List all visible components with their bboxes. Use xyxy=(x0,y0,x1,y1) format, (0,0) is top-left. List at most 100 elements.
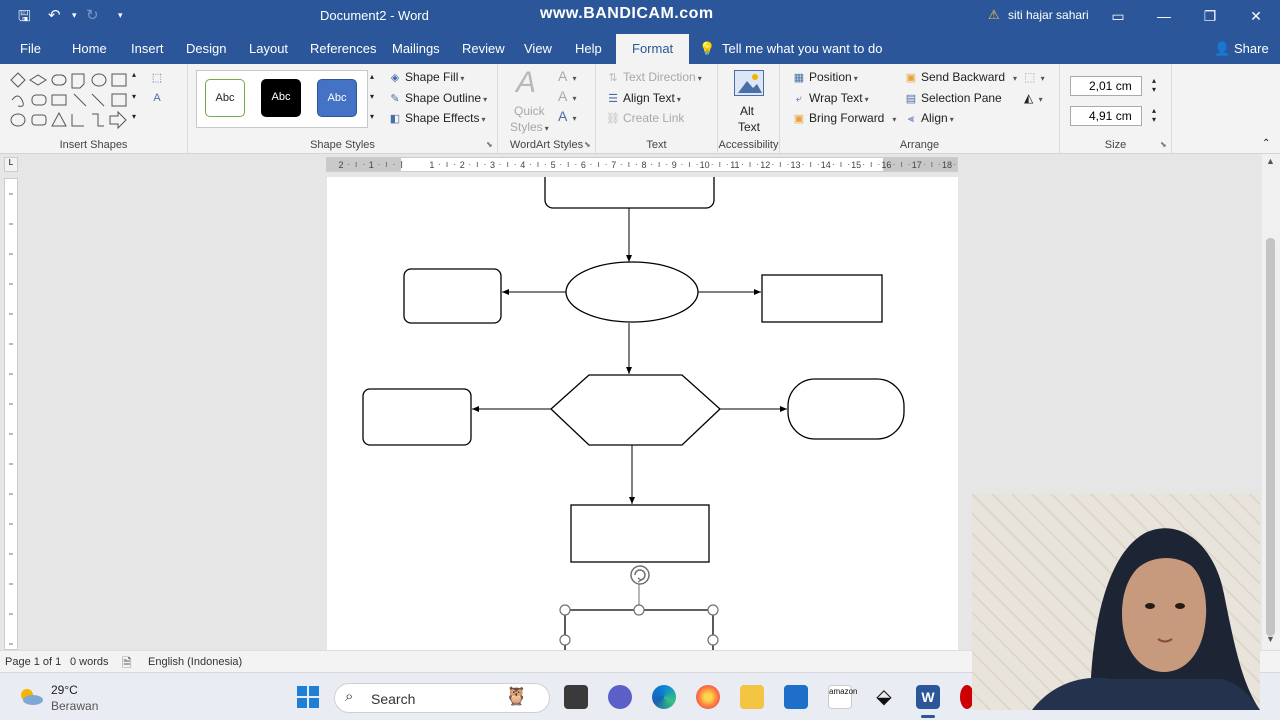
language-indicator[interactable]: English (Indonesia) xyxy=(148,656,242,668)
horizontal-ruler[interactable]: 2 1 1 2 3 4 5 6 7 8 9 10 11 12 13 14 15 16 17 18 xyxy=(326,157,958,172)
flowchart-left-rounded-box-1[interactable] xyxy=(403,268,502,324)
tab-format[interactable]: Format xyxy=(616,34,690,64)
customize-toolbar-icon[interactable]: ▾ xyxy=(118,10,123,21)
tab-mailings[interactable]: Mailings xyxy=(392,41,440,56)
flowchart-right-rect-1[interactable] xyxy=(761,274,883,323)
mail-icon[interactable] xyxy=(784,685,808,709)
create-link-button[interactable]: ⛓ Create Link xyxy=(606,111,684,125)
tab-home[interactable]: Home xyxy=(72,41,107,56)
selected-bracket-shape[interactable] xyxy=(559,583,719,650)
align-button[interactable]: ⫷ Align ▾ xyxy=(904,111,954,126)
send-backward-button[interactable]: ▣ Send Backward ▾ xyxy=(904,70,1017,84)
width-spinner-icon[interactable]: ▴ ▾ xyxy=(1152,106,1156,124)
minimize-button[interactable]: — xyxy=(1144,4,1184,28)
flowchart-left-rounded-box-2[interactable] xyxy=(362,388,472,446)
edge-browser-icon[interactable] xyxy=(652,685,676,709)
group-objects-icon[interactable]: ⬚ ▾ xyxy=(1024,70,1045,84)
ruler-label: 4 xyxy=(520,160,525,170)
page-count[interactable]: Page 1 of 1 xyxy=(5,656,61,668)
style-swatch-black[interactable]: Abc xyxy=(261,79,301,117)
start-windows-icon[interactable] xyxy=(296,685,320,709)
shape-outline-button[interactable]: ✎ Shape Outline ▾ xyxy=(388,91,487,105)
flowchart-hexagon[interactable] xyxy=(550,374,721,446)
arrange-group: ▦ Position ▾ ⤶ Wrap Text ▾ ▣ Bring Forward ▾ ▣… xyxy=(780,64,1060,154)
tab-view[interactable]: View xyxy=(524,41,552,56)
share-button[interactable]: Share xyxy=(1234,41,1269,56)
text-fill-icon[interactable]: A ▾ xyxy=(558,68,576,84)
tab-help[interactable]: Help xyxy=(575,41,602,56)
styles-up-icon[interactable]: ▴ xyxy=(370,72,374,81)
restore-button[interactable]: ❐ xyxy=(1190,4,1230,28)
flowchart-right-pill[interactable] xyxy=(787,378,905,440)
undo-dropdown-icon[interactable]: ▾ xyxy=(72,10,77,21)
text-effects-icon[interactable]: A ▾ xyxy=(558,108,576,124)
tab-layout[interactable]: Layout xyxy=(249,41,288,56)
flowchart-ellipse[interactable] xyxy=(565,261,699,323)
word-count[interactable]: 0 words xyxy=(70,656,109,668)
scroll-up-icon[interactable]: ▲ xyxy=(1266,156,1275,166)
text-box-icon[interactable]: A xyxy=(150,90,167,104)
document-page[interactable] xyxy=(327,177,958,650)
teams-chat-icon[interactable] xyxy=(608,685,632,709)
collapse-ribbon-icon[interactable]: ⌃ xyxy=(1262,138,1270,149)
redo-icon[interactable]: ↻ xyxy=(86,6,99,24)
rotate-icon[interactable]: ◭ ▾ xyxy=(1024,91,1043,105)
weather-description[interactable]: Berawan xyxy=(51,699,98,713)
wrap-text-button[interactable]: ⤶ Wrap Text ▾ xyxy=(792,91,869,106)
position-button[interactable]: ▦ Position ▾ xyxy=(792,70,858,84)
styles-more-icon[interactable]: ▾ xyxy=(370,112,374,121)
shape-fill-button[interactable]: ◈ Shape Fill ▾ xyxy=(388,70,465,84)
shape-width-field[interactable]: 4,91 cm xyxy=(1070,106,1142,126)
style-swatch-blue[interactable]: Abc xyxy=(317,79,357,117)
file-explorer-icon[interactable] xyxy=(740,685,764,709)
tab-design[interactable]: Design xyxy=(186,41,226,56)
text-outline-icon[interactable]: A ▾ xyxy=(558,88,576,104)
height-spinner-icon[interactable]: ▴ ▾ xyxy=(1152,76,1156,94)
ruler-label: 14 xyxy=(821,160,831,170)
ribbon-display-icon[interactable]: ▭ xyxy=(1098,4,1138,28)
shapes-gallery-icons[interactable] xyxy=(8,70,138,132)
vertical-ruler[interactable] xyxy=(4,178,18,650)
user-name[interactable]: siti hajar sahari xyxy=(1008,8,1089,22)
bring-forward-button[interactable]: ▣ Bring Forward ▾ xyxy=(792,111,897,125)
weather-temperature[interactable]: 29°C xyxy=(51,683,78,697)
task-view-icon[interactable] xyxy=(564,685,588,709)
gallery-more-icon[interactable]: ▾ xyxy=(132,112,136,121)
undo-icon[interactable]: ↶ xyxy=(48,6,61,24)
styles-down-icon[interactable]: ▾ xyxy=(370,92,374,101)
text-direction-button[interactable]: ⇅ Text Direction ▾ xyxy=(606,70,701,84)
tab-selector[interactable]: L xyxy=(4,157,18,172)
taskbar-search[interactable]: ⌕ Search 🦉 xyxy=(334,683,550,713)
tab-references[interactable]: References xyxy=(310,41,376,56)
flowchart-bottom-rect[interactable] xyxy=(570,504,710,563)
link-icon: ⛓ xyxy=(606,113,620,125)
tell-me-search[interactable]: Tell me what you want to do xyxy=(722,41,882,56)
rotation-handle-icon[interactable] xyxy=(630,565,650,585)
gallery-up-icon[interactable]: ▴ xyxy=(132,70,136,79)
align-text-button[interactable]: ☰ Align Text ▾ xyxy=(606,91,681,105)
tab-file[interactable]: File xyxy=(20,41,41,56)
flowchart-top-rounded-box[interactable] xyxy=(544,177,715,209)
arrange-label: Arrange xyxy=(899,139,940,151)
dropbox-icon[interactable]: ⬙ xyxy=(872,685,896,709)
shapes-gallery[interactable] xyxy=(8,70,136,130)
send-backward-icon: ▣ xyxy=(905,72,917,84)
amazon-icon[interactable]: amazon xyxy=(828,685,857,709)
edit-shape-icon[interactable]: ⬚ xyxy=(150,70,167,84)
close-button[interactable]: ✕ xyxy=(1236,4,1276,28)
scrollbar-thumb[interactable] xyxy=(1266,238,1275,636)
alt-text-button[interactable]: Alt xyxy=(740,104,754,118)
gallery-down-icon[interactable]: ▾ xyxy=(132,92,136,101)
selection-pane-button[interactable]: ▤ Selection Pane xyxy=(904,91,1002,105)
style-swatch-outline-green[interactable]: Abc xyxy=(205,79,245,117)
shape-height-field[interactable]: 2,01 cm xyxy=(1070,76,1142,96)
shape-effects-button[interactable]: ◧ Shape Effects ▾ xyxy=(388,111,486,125)
word-app-icon[interactable]: W xyxy=(916,685,940,709)
tab-insert[interactable]: Insert xyxy=(131,41,164,56)
wordart-a-icon: A xyxy=(516,66,537,99)
firefox-icon[interactable] xyxy=(696,685,720,709)
tab-review[interactable]: Review xyxy=(462,41,505,56)
quick-styles-button[interactable]: Quick xyxy=(514,104,545,118)
document-title: Document2 - Word xyxy=(320,8,429,23)
save-icon[interactable]: 🖫 xyxy=(18,6,31,31)
